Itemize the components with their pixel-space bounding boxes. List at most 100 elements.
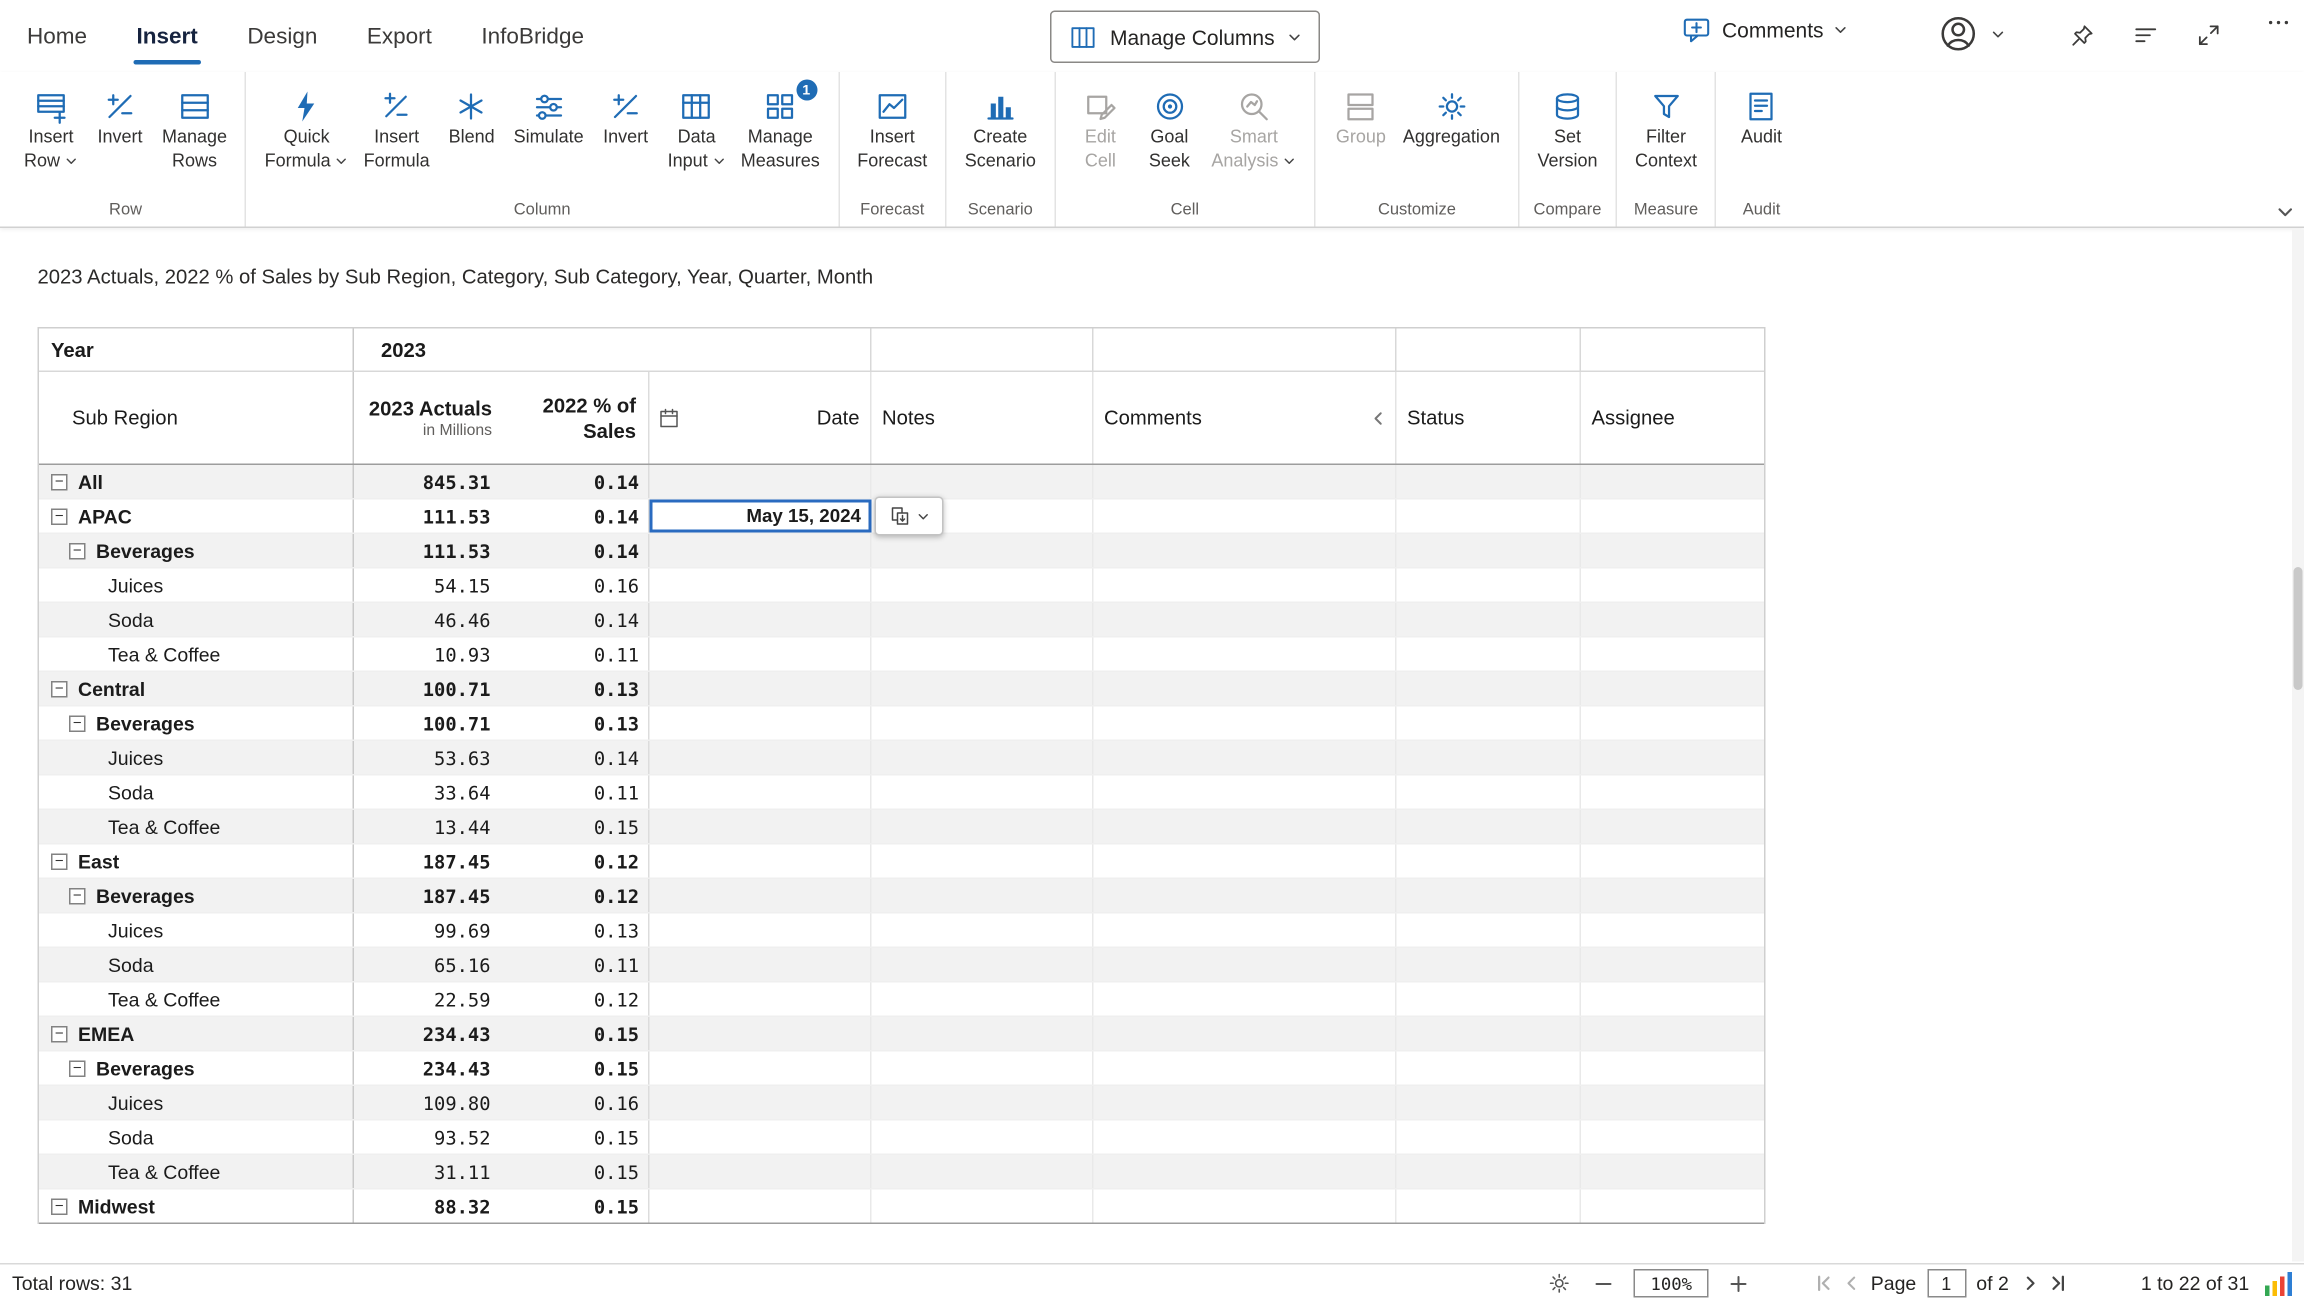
row-header-cell[interactable]: −Beverages (39, 879, 354, 912)
assignee-cell[interactable] (1581, 879, 1767, 912)
actuals-cell[interactable]: 845.31 (354, 465, 504, 498)
zoom-level-field[interactable]: 100% (1634, 1269, 1709, 1298)
blend-button[interactable]: Blend (437, 77, 506, 153)
status-cell[interactable] (1397, 1190, 1582, 1223)
assignee-cell[interactable] (1581, 465, 1767, 498)
date-cell[interactable] (650, 1155, 872, 1188)
row-header-cell[interactable]: Juices (39, 741, 354, 774)
status-cell[interactable] (1397, 569, 1582, 602)
assignee-cell[interactable] (1581, 914, 1767, 947)
insert-formula-button[interactable]: InsertFormula (356, 77, 437, 176)
comments-cell[interactable] (1094, 1121, 1397, 1154)
year-dimension-label[interactable]: Year (39, 329, 354, 371)
actuals-cell[interactable]: 10.93 (354, 638, 504, 671)
row-header-cell[interactable]: −Central (39, 672, 354, 705)
pct-sales-cell[interactable]: 0.14 (504, 603, 650, 636)
row-header-cell[interactable]: −All (39, 465, 354, 498)
tab-infobridge[interactable]: InfoBridge (481, 0, 584, 72)
date-cell[interactable] (650, 1121, 872, 1154)
status-cell[interactable] (1397, 500, 1582, 533)
collapse-toggle-icon[interactable]: − (69, 887, 86, 904)
notes-cell[interactable] (872, 1052, 1094, 1085)
date-cell[interactable] (650, 810, 872, 843)
manage-rows-button[interactable]: ManageRows (155, 77, 235, 176)
notes-cell[interactable] (872, 810, 1094, 843)
actuals-cell[interactable]: 187.45 (354, 879, 504, 912)
row-header-cell[interactable]: Soda (39, 948, 354, 981)
quick-formula-button[interactable]: QuickFormula (257, 77, 356, 176)
collapse-column-icon[interactable] (1370, 409, 1388, 427)
comments-cell[interactable] (1094, 810, 1397, 843)
status-cell[interactable] (1397, 1121, 1582, 1154)
notes-cell[interactable] (872, 1086, 1094, 1119)
notes-cell[interactable] (872, 741, 1094, 774)
date-cell[interactable] (650, 534, 872, 567)
status-cell[interactable] (1397, 1086, 1582, 1119)
notes-cell[interactable] (872, 672, 1094, 705)
more-options-icon[interactable] (2265, 9, 2292, 36)
date-cell[interactable] (650, 1190, 872, 1223)
assignee-cell[interactable] (1581, 534, 1767, 567)
status-cell[interactable] (1397, 1052, 1582, 1085)
assignee-cell[interactable] (1581, 1017, 1767, 1050)
pct-sales-cell[interactable]: 0.12 (504, 879, 650, 912)
set-version-button[interactable]: SetVersion (1530, 77, 1605, 176)
insert-row-button[interactable]: InsertRow (17, 77, 86, 176)
row-header-cell[interactable]: Soda (39, 1121, 354, 1154)
tab-export[interactable]: Export (367, 0, 432, 72)
year-value-header[interactable]: 2023 (354, 329, 872, 371)
comments-cell[interactable] (1094, 500, 1397, 533)
date-cell[interactable] (650, 845, 872, 878)
fill-handle-button[interactable] (875, 497, 944, 536)
collapse-toggle-icon[interactable]: − (69, 542, 86, 559)
pct-sales-cell[interactable]: 0.16 (504, 1086, 650, 1119)
ribbon-collapse-icon[interactable] (2276, 203, 2296, 223)
column-header-pct-sales[interactable]: 2022 % of Sales (504, 372, 650, 464)
pct-sales-cell[interactable]: 0.16 (504, 569, 650, 602)
collapse-toggle-icon[interactable]: − (69, 715, 86, 732)
status-cell[interactable] (1397, 638, 1582, 671)
pct-sales-cell[interactable]: 0.11 (504, 776, 650, 809)
column-header-assignee[interactable]: Assignee (1581, 372, 1767, 464)
pin-icon[interactable] (2069, 21, 2098, 50)
notes-cell[interactable] (872, 948, 1094, 981)
row-header-cell[interactable]: Juices (39, 914, 354, 947)
row-header-cell[interactable]: −Beverages (39, 707, 354, 740)
pct-sales-cell[interactable]: 0.13 (504, 914, 650, 947)
column-header-notes[interactable]: Notes (872, 372, 1094, 464)
status-cell[interactable] (1397, 465, 1582, 498)
notes-cell[interactable] (872, 638, 1094, 671)
pct-sales-cell[interactable]: 0.14 (504, 741, 650, 774)
actuals-cell[interactable]: 111.53 (354, 500, 504, 533)
notes-cell[interactable] (872, 845, 1094, 878)
actuals-cell[interactable]: 46.46 (354, 603, 504, 636)
assignee-cell[interactable] (1581, 1155, 1767, 1188)
simulate-button[interactable]: Simulate (506, 77, 591, 153)
assignee-cell[interactable] (1581, 1121, 1767, 1154)
status-cell[interactable] (1397, 879, 1582, 912)
pct-sales-cell[interactable]: 0.11 (504, 638, 650, 671)
notes-cell[interactable] (872, 1190, 1094, 1223)
comments-cell[interactable] (1094, 1017, 1397, 1050)
date-cell[interactable] (650, 983, 872, 1016)
assignee-cell[interactable] (1581, 603, 1767, 636)
actuals-cell[interactable]: 99.69 (354, 914, 504, 947)
row-header-cell[interactable]: Soda (39, 603, 354, 636)
assignee-cell[interactable] (1581, 569, 1767, 602)
comments-cell[interactable] (1094, 879, 1397, 912)
date-cell[interactable] (650, 914, 872, 947)
comments-cell[interactable] (1094, 914, 1397, 947)
comments-cell[interactable] (1094, 1190, 1397, 1223)
date-cell[interactable] (650, 638, 872, 671)
assignee-cell[interactable] (1581, 1052, 1767, 1085)
page-number-field[interactable]: 1 (1927, 1269, 1966, 1298)
date-cell[interactable] (650, 1017, 872, 1050)
row-header-cell[interactable]: Juices (39, 569, 354, 602)
notes-cell[interactable] (872, 569, 1094, 602)
assignee-cell[interactable] (1581, 810, 1767, 843)
assignee-cell[interactable] (1581, 1190, 1767, 1223)
expand-icon[interactable] (2195, 21, 2224, 50)
zoom-in-icon[interactable] (1727, 1271, 1751, 1295)
comments-cell[interactable] (1094, 534, 1397, 567)
collapse-toggle-icon[interactable]: − (51, 1198, 68, 1215)
